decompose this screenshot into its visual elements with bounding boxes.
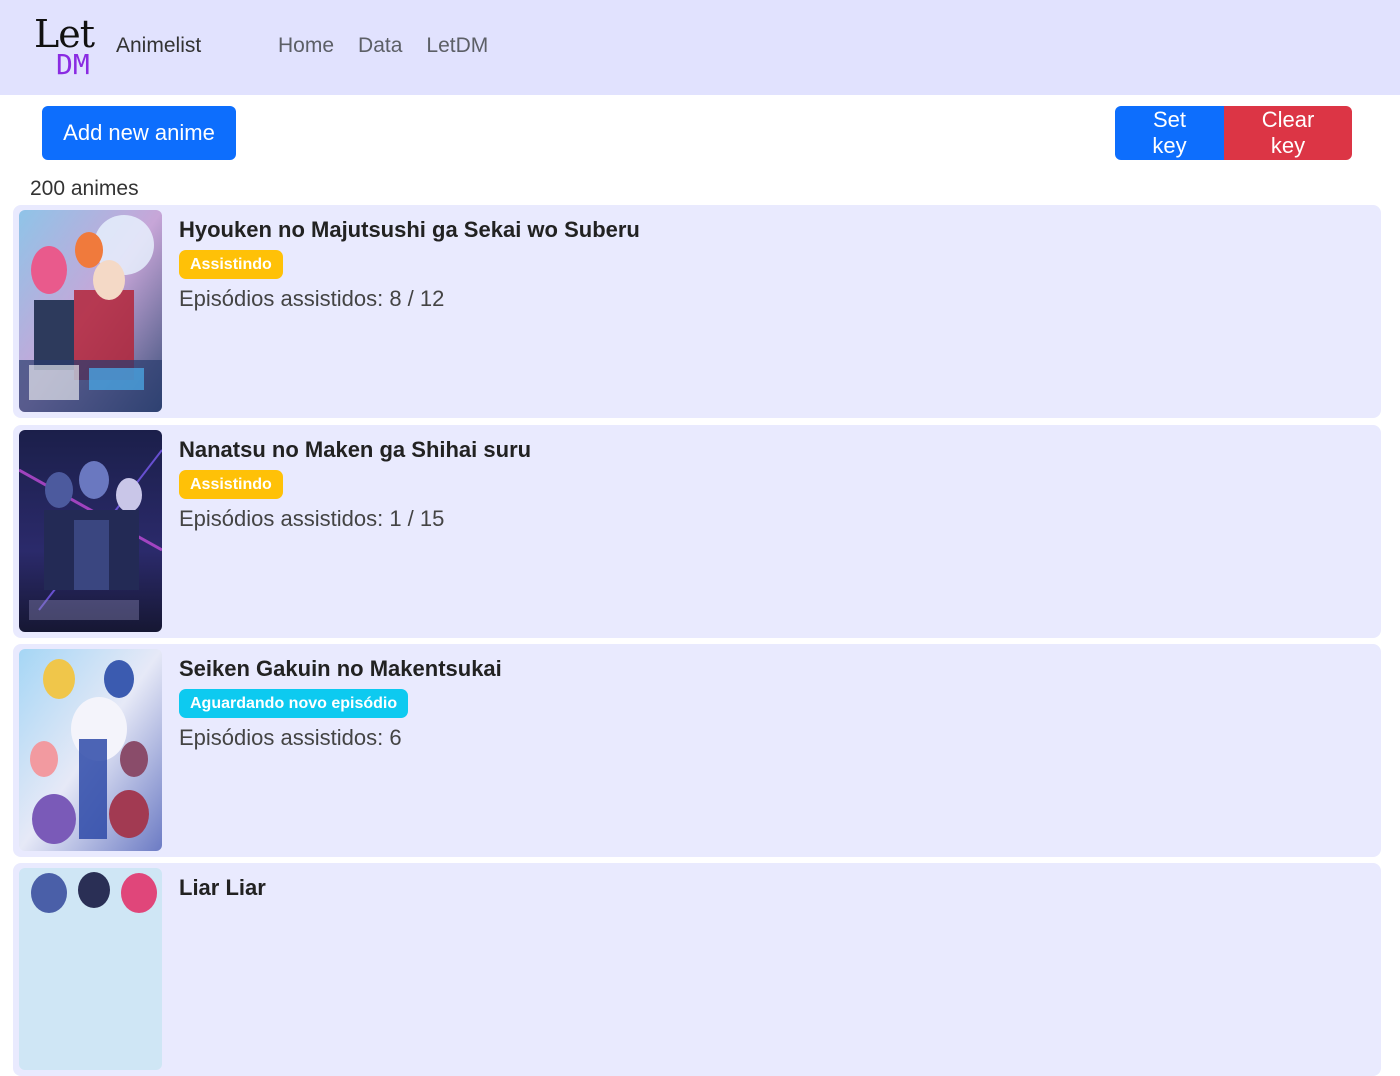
- episodes-watched: Episódios assistidos: 1 / 15: [179, 506, 445, 531]
- anime-poster: [19, 868, 162, 1070]
- nav-link-data[interactable]: Data: [358, 34, 402, 58]
- anime-title: Hyouken no Majutsushi ga Sekai wo Suberu: [179, 217, 640, 242]
- add-new-anime-button[interactable]: Add new anime: [42, 106, 236, 160]
- set-key-button[interactable]: Set key: [1115, 106, 1224, 160]
- anime-title: Nanatsu no Maken ga Shihai suru: [179, 437, 532, 462]
- anime-card[interactable]: Hyouken no Majutsushi ga Sekai wo Suberu…: [13, 205, 1381, 418]
- brand-logo[interactable]: Let DM: [30, 12, 110, 84]
- clear-key-button[interactable]: Clear key: [1224, 106, 1352, 160]
- logo-dm-text: DM: [56, 48, 90, 81]
- nav-link-home[interactable]: Home: [278, 34, 334, 58]
- anime-title: Seiken Gakuin no Makentsukai: [179, 656, 502, 681]
- status-badge: Aguardando novo episódio: [179, 689, 409, 718]
- nav-link-letdm[interactable]: LetDM: [426, 34, 488, 58]
- episodes-watched: Episódios assistidos: 8 / 12: [179, 286, 445, 311]
- nav-links: Home Data LetDM: [278, 34, 488, 58]
- anime-count: 200 animes: [30, 177, 139, 200]
- brand-name[interactable]: Animelist: [116, 34, 201, 58]
- anime-title: Liar Liar: [179, 875, 266, 900]
- anime-poster: [19, 649, 162, 851]
- anime-card[interactable]: Nanatsu no Maken ga Shihai suru Assistin…: [13, 425, 1381, 638]
- anime-card[interactable]: Liar Liar: [13, 863, 1381, 1076]
- navbar: Let DM Animelist Home Data LetDM: [0, 0, 1400, 95]
- episodes-watched: Episódios assistidos: 6: [179, 725, 402, 750]
- status-badge: Assistindo: [179, 250, 283, 279]
- anime-poster: [19, 430, 162, 632]
- anime-card[interactable]: Seiken Gakuin no Makentsukai Aguardando …: [13, 644, 1381, 857]
- anime-poster: [19, 210, 162, 412]
- status-badge: Assistindo: [179, 470, 283, 499]
